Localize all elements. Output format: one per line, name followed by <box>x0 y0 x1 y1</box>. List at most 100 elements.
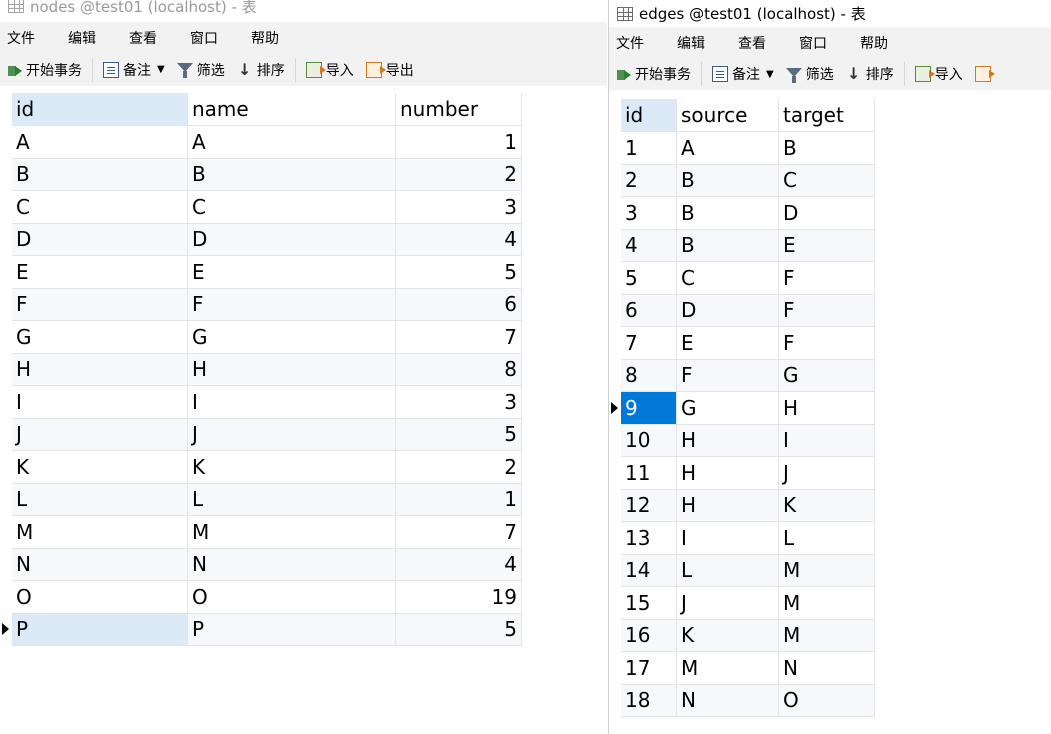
cell-name[interactable]: P <box>187 613 396 646</box>
cell-name[interactable]: C <box>187 190 396 224</box>
row-indicator[interactable] <box>0 223 12 256</box>
cell-id[interactable]: 14 <box>621 554 677 587</box>
row-indicator[interactable] <box>0 191 12 224</box>
cell-name[interactable]: O <box>187 580 396 614</box>
cell-name[interactable]: H <box>187 353 396 386</box>
cell-source[interactable]: E <box>676 326 779 360</box>
cell-target[interactable]: F <box>778 294 875 327</box>
table-row[interactable]: 6DF <box>621 294 875 327</box>
menu-file[interactable]: 文件 <box>609 33 644 53</box>
cell-source[interactable]: H <box>676 456 779 490</box>
cell-id[interactable]: 12 <box>621 489 677 522</box>
table-row[interactable]: 16 K M <box>621 619 875 652</box>
cell-target[interactable]: B <box>778 131 875 165</box>
cell-id[interactable]: 17 <box>621 651 677 685</box>
cell-number[interactable]: 3 <box>395 190 522 224</box>
cell-target[interactable]: O <box>778 684 875 717</box>
cell-name[interactable]: F <box>187 288 396 321</box>
row-indicator[interactable] <box>0 126 12 159</box>
cell-id[interactable]: J <box>12 418 188 451</box>
cell-id[interactable]: I <box>12 385 188 419</box>
column-header-id[interactable]: id <box>12 93 188 126</box>
cell-target[interactable]: J <box>778 456 875 490</box>
cell-name[interactable]: N <box>187 548 396 581</box>
cell-target[interactable]: G <box>778 359 875 392</box>
cell-name[interactable]: M <box>187 515 396 549</box>
cell-source[interactable]: A <box>676 131 779 165</box>
table-row[interactable]: 18 N O <box>621 684 875 717</box>
column-header-id[interactable]: id <box>621 99 677 132</box>
cell-id[interactable]: 6 <box>621 294 677 327</box>
table-row[interactable]: 12 H K <box>621 489 875 522</box>
cell-number[interactable]: 5 <box>395 255 522 289</box>
table-row[interactable]: KK2 <box>0 450 522 484</box>
table-row[interactable]: 1AB <box>621 131 875 165</box>
cell-target[interactable]: I <box>778 424 875 457</box>
cell-id[interactable]: 15 <box>621 586 677 620</box>
table-row[interactable]: EE5 <box>0 255 522 289</box>
row-indicator[interactable] <box>0 158 12 191</box>
cell-id[interactable]: C <box>12 190 188 224</box>
table-row[interactable]: II3 <box>0 385 522 419</box>
memo-button[interactable]: 备注 ▼ <box>706 61 780 87</box>
cell-id[interactable]: 1 <box>621 131 677 165</box>
table-row[interactable]: JJ5 <box>0 418 522 451</box>
cell-source[interactable]: J <box>676 586 779 620</box>
cell-source[interactable]: D <box>676 294 779 327</box>
cell-source[interactable]: M <box>676 651 779 685</box>
row-indicator[interactable] <box>0 418 12 451</box>
cell-target[interactable]: M <box>778 586 875 620</box>
import-button[interactable]: 导入 <box>909 61 969 87</box>
export-button[interactable] <box>969 61 997 87</box>
table-row[interactable]: DD4 <box>0 223 522 256</box>
cell-number[interactable]: 2 <box>395 450 522 484</box>
cell-name[interactable]: E <box>187 255 396 289</box>
cell-id[interactable]: 8 <box>621 359 677 392</box>
import-button[interactable]: 导入 <box>300 57 360 83</box>
memo-dropdown-icon[interactable]: ▼ <box>766 69 774 80</box>
cell-number[interactable]: 5 <box>395 418 522 451</box>
cell-number[interactable]: 6 <box>395 288 522 321</box>
cell-name[interactable]: D <box>187 223 396 256</box>
cell-name[interactable]: K <box>187 450 396 484</box>
table-row[interactable]: 8FG <box>621 359 875 392</box>
begin-transaction-button[interactable]: 开始事务 <box>0 57 88 83</box>
menu-view[interactable]: 查看 <box>122 28 157 48</box>
cell-source[interactable]: F <box>676 359 779 392</box>
table-row[interactable]: LL1 <box>0 483 522 516</box>
cell-source[interactable]: H <box>676 489 779 522</box>
cell-target[interactable]: L <box>778 521 875 555</box>
table-row[interactable]: 5CF <box>621 261 875 295</box>
menu-view[interactable]: 查看 <box>731 33 766 53</box>
cell-target[interactable]: M <box>778 619 875 652</box>
memo-dropdown-icon[interactable]: ▼ <box>157 64 165 75</box>
filter-button[interactable]: 筛选 <box>171 57 231 83</box>
cell-name[interactable]: B <box>187 158 396 191</box>
table-row[interactable]: HH8 <box>0 353 522 386</box>
cell-target[interactable]: D <box>778 196 875 230</box>
cell-id[interactable]: M <box>12 515 188 549</box>
cell-target[interactable]: C <box>778 164 875 197</box>
row-indicator[interactable] <box>0 256 12 289</box>
column-header-target[interactable]: target <box>778 99 875 132</box>
menu-window[interactable]: 窗口 <box>792 33 827 53</box>
cell-source[interactable]: C <box>676 261 779 295</box>
column-header-name[interactable]: name <box>187 93 396 126</box>
cell-number[interactable]: 1 <box>395 125 522 159</box>
cell-source[interactable]: K <box>676 619 779 652</box>
cell-name[interactable]: L <box>187 483 396 516</box>
row-indicator[interactable] <box>0 581 12 614</box>
cell-target[interactable]: F <box>778 326 875 360</box>
cell-source[interactable]: B <box>676 229 779 262</box>
cell-target[interactable]: H <box>778 391 875 425</box>
table-row[interactable]: 14 L M <box>621 554 875 587</box>
cell-source[interactable]: I <box>676 521 779 555</box>
cell-name[interactable]: A <box>187 125 396 159</box>
cell-target[interactable]: E <box>778 229 875 262</box>
cell-number[interactable]: 2 <box>395 158 522 191</box>
cell-number[interactable]: 8 <box>395 353 522 386</box>
cell-id[interactable]: 7 <box>621 326 677 360</box>
cell-id[interactable]: O <box>12 580 188 614</box>
export-button[interactable]: 导出 <box>360 57 420 83</box>
cell-id[interactable]: A <box>12 125 188 159</box>
